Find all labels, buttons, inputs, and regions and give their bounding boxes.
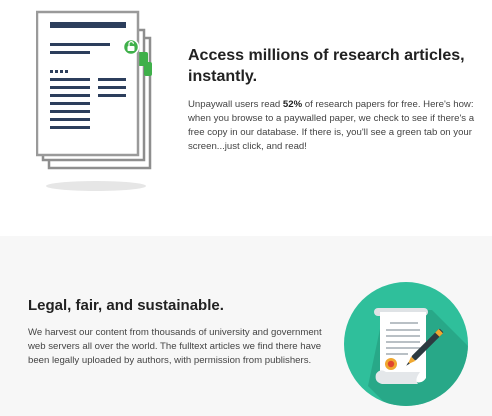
access-description: Unpaywall users read 52% of research pap… — [188, 98, 480, 154]
certificate-illustration — [344, 282, 468, 406]
legal-heading: Legal, fair, and sustainable. — [28, 297, 224, 314]
certificate-icon — [344, 282, 468, 406]
stacked-documents-icon — [35, 10, 152, 191]
access-heading: Access millions of research articles, in… — [188, 47, 465, 85]
access-highlight: 52% — [282, 99, 303, 110]
documents-illustration — [35, 10, 156, 195]
access-text-before: Unpaywall users read — [188, 99, 283, 110]
legal-description: We harvest our content from thousands of… — [28, 327, 322, 366]
